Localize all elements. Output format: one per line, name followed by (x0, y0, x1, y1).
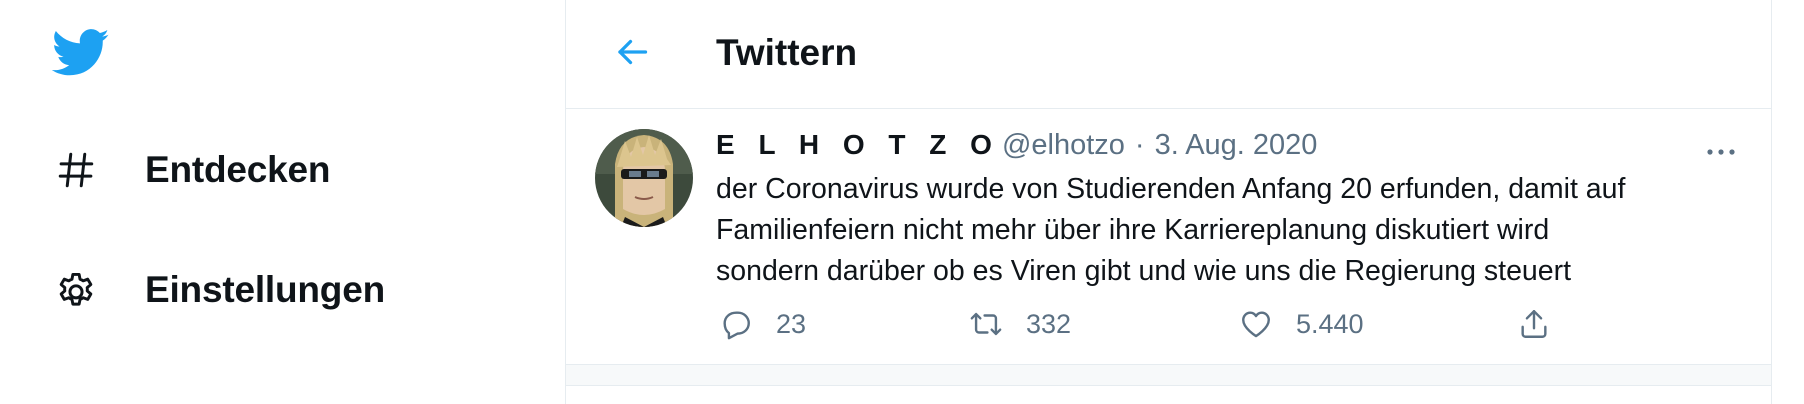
main-column: Twittern E L H O T Z O @elhotzo · 3. Aug… (565, 0, 1772, 404)
back-button[interactable] (610, 32, 654, 76)
author-handle[interactable]: @elhotzo (1002, 129, 1125, 162)
nav-item-label: Einstellungen (145, 269, 385, 310)
more-button[interactable] (1701, 133, 1741, 173)
page-title: Twittern (716, 32, 858, 73)
share-button[interactable] (1514, 304, 1554, 344)
nav-item-label: Entdecken (145, 149, 331, 190)
nav-item-explore[interactable]: Entdecken (52, 146, 331, 194)
twitter-bird-icon[interactable] (51, 28, 110, 78)
reply-icon (716, 304, 756, 344)
like-count: 5.440 (1296, 308, 1364, 339)
more-dots-icon (1706, 144, 1736, 162)
tweet-text-line: sondern darüber ob es Viren gibt und wie… (716, 255, 1572, 287)
gear-icon (52, 266, 100, 314)
page-header: Twittern (566, 0, 1771, 109)
retweet-button[interactable]: 332 (966, 304, 1071, 344)
retweet-icon (966, 304, 1006, 344)
tweet-header: E L H O T Z O @elhotzo · 3. Aug. 2020 (716, 129, 1317, 162)
heart-icon (1236, 304, 1276, 344)
tweet-text-line: der Coronavirus wurde von Studierenden A… (716, 173, 1626, 205)
tweet-text: der Coronavirus wurde von Studierenden A… (716, 169, 1716, 292)
feed-divider (566, 365, 1771, 386)
tweet-actions: 23 332 5.440 (716, 304, 1616, 348)
reply-count: 23 (776, 308, 807, 339)
tweet-date[interactable]: 3. Aug. 2020 (1155, 129, 1318, 162)
tweet[interactable]: E L H O T Z O @elhotzo · 3. Aug. 2020 de… (566, 109, 1771, 365)
left-navigation: Entdecken Einstellungen (0, 0, 565, 404)
reply-button[interactable]: 23 (716, 304, 806, 344)
hashtag-icon (52, 146, 100, 194)
back-arrow-icon (614, 34, 650, 75)
avatar[interactable] (595, 129, 693, 227)
tweet-text-line: Familienfeiern nicht mehr über ihre Karr… (716, 214, 1550, 246)
like-button[interactable]: 5.440 (1236, 304, 1364, 344)
retweet-count: 332 (1026, 308, 1072, 339)
separator-dot: · (1134, 129, 1145, 161)
share-icon (1514, 304, 1554, 344)
author-name[interactable]: E L H O T Z O (716, 129, 1000, 161)
nav-item-settings[interactable]: Einstellungen (52, 266, 385, 314)
